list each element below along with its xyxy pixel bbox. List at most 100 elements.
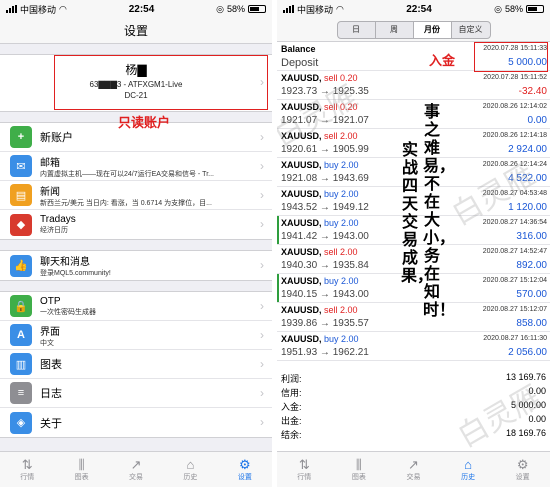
row-subtitle: 经济日历 xyxy=(40,227,68,234)
deal-prices: 1940.30 → 1935.84 xyxy=(281,260,369,271)
row-title: 聊天和消息 xyxy=(40,257,90,268)
deal-symbol: XAUUSD, buy 2.00 xyxy=(281,160,359,170)
segment-0[interactable]: 日 xyxy=(338,21,376,38)
status-bar: 中国移动 ◠ 22:54 ◎ 58% xyxy=(0,0,272,18)
tab-icon: ↗ xyxy=(130,457,142,472)
summary-label: 出金: xyxy=(281,416,302,426)
tab-3[interactable]: ⌂ 历史 xyxy=(163,452,217,487)
row-title: 新闻 xyxy=(40,186,60,198)
tab-label: 行情 xyxy=(20,474,35,481)
tab-3[interactable]: ⌂ 历史 xyxy=(441,452,496,487)
row-text: 关于 xyxy=(40,415,250,431)
deal-direction: sell 2.00 xyxy=(324,247,358,257)
settings-row[interactable]: ▤ 新闻 新西兰元/美元 当日内: 看涨，当 0.6714 为支撑位，目... › xyxy=(0,181,272,210)
tab-1[interactable]: ⫼ 图表 xyxy=(332,452,387,487)
tab-4[interactable]: ⚙ 设置 xyxy=(495,452,550,487)
battery-icon xyxy=(525,5,544,13)
deal-date: 2020.08.27 15:12:04 xyxy=(482,277,547,284)
menu-group-chat: 👍 聊天和消息 登录MQL5.community! › xyxy=(0,250,272,281)
settings-row[interactable]: + 新账户 › xyxy=(0,123,272,152)
deal-direction: sell 2.00 xyxy=(324,131,358,141)
tab-4[interactable]: ⚙ 设置 xyxy=(218,452,272,487)
row-title: Tradays xyxy=(40,214,76,225)
tab-1[interactable]: ⫼ 图表 xyxy=(54,452,108,487)
deal-prices: 1940.15 → 1943.00 xyxy=(281,289,369,300)
settings-row[interactable]: ▥ 图表 › xyxy=(0,350,272,379)
menu-group-accounts: + 新账户 › ✉ 邮箱 内置虚拟主机——现在可以24/7运行EA交易和信号 - Tr..… xyxy=(0,122,272,240)
segment-2[interactable]: 月份 xyxy=(413,21,452,38)
tab-icon: ⚙ xyxy=(239,457,251,472)
settings-row[interactable]: A 界面 中文 › xyxy=(0,321,272,350)
segment-3[interactable]: 自定义 xyxy=(452,22,490,38)
tab-label: 历史 xyxy=(461,474,476,481)
deal-date: 2020.07.28 15:11:52 xyxy=(483,74,547,81)
tab-icon: ⌂ xyxy=(186,457,195,472)
charts-icon: ▥ xyxy=(10,353,32,375)
row-text: 邮箱 内置虚拟主机——现在可以24/7运行EA交易和信号 - Tr... xyxy=(40,154,250,179)
deal-prices: 1921.08 → 1943.69 xyxy=(281,173,369,184)
deal-symbol: XAUUSD, buy 2.00 xyxy=(281,218,359,228)
row-subtitle: 新西兰元/美元 当日内: 看涨，当 0.6714 为支撑位，目... xyxy=(40,199,212,207)
deal-date: 2020.08.26 12:14:02 xyxy=(482,103,547,110)
interface-icon: A xyxy=(10,324,32,346)
tab-icon: ⚙ xyxy=(516,457,529,472)
chevron-right-icon: › xyxy=(260,299,264,313)
balance-title: Balance xyxy=(281,44,316,54)
deal-profit: -32.40 xyxy=(518,86,547,97)
row-title: 新账户 xyxy=(40,132,73,144)
tab-icon: ⫼ xyxy=(355,457,362,472)
row-text: 新账户 xyxy=(40,129,250,145)
chevron-right-icon: › xyxy=(260,328,264,342)
deal-row[interactable]: XAUUSD, sell 2.00 1939.86 → 1935.57 2020.0… xyxy=(277,303,550,332)
row-text: OTP 一次性密码生成器 xyxy=(40,296,250,317)
battery-percent: 58% xyxy=(504,4,523,14)
settings-screen: 中国移动 ◠ 22:54 ◎ 58% 设置 杨▇ 63▇▇▇3 - ATFXGM… xyxy=(0,0,272,487)
wifi-icon: ◠ xyxy=(59,3,67,14)
tab-2[interactable]: ↗ 交易 xyxy=(109,452,163,487)
deal-date: 2020.08.27 16:11:30 xyxy=(483,335,547,342)
alarm-icon: ◎ xyxy=(494,3,502,14)
deal-prices: 1943.52 → 1949.12 xyxy=(281,202,369,213)
summary-label: 结余: xyxy=(281,430,302,440)
row-subtitle: 中文 xyxy=(40,339,54,347)
deal-symbol: XAUUSD, buy 2.00 xyxy=(281,276,359,286)
row-title: 界面 xyxy=(40,326,60,338)
row-text: 聊天和消息 登录MQL5.community! xyxy=(40,253,250,278)
deal-row[interactable]: XAUUSD, buy 2.00 1951.93 → 1962.21 2020.08… xyxy=(277,332,550,361)
page-title: 设置 xyxy=(0,18,272,44)
settings-row[interactable]: ✉ 邮箱 内置虚拟主机——现在可以24/7运行EA交易和信号 - Tr... › xyxy=(0,152,272,181)
tab-icon: ⫼ xyxy=(78,457,85,472)
alarm-icon: ◎ xyxy=(216,3,224,14)
settings-row[interactable]: 👍 聊天和消息 登录MQL5.community! › xyxy=(0,251,272,280)
deal-symbol-name: XAUUSD, xyxy=(281,189,322,199)
row-text: Tradays 经济日历 xyxy=(40,214,250,235)
tab-icon: ↗ xyxy=(408,457,419,472)
row-title: OTP xyxy=(40,295,61,307)
chevron-right-icon: › xyxy=(260,159,264,173)
tab-2[interactable]: ↗ 交易 xyxy=(386,452,441,487)
tab-label: 交易 xyxy=(406,474,421,481)
tab-0[interactable]: ⇅ 行情 xyxy=(0,452,54,487)
chevron-right-icon: › xyxy=(260,217,264,231)
tab-bar: ⇅ 行情 ⫼ 图表 ↗ 交易 ⌂ 历史 ⚙ 设置 xyxy=(277,451,550,487)
tab-label: 图表 xyxy=(351,474,366,481)
settings-row[interactable]: ≡ 日志 › xyxy=(0,379,272,408)
tab-0[interactable]: ⇅ 行情 xyxy=(277,452,332,487)
settings-row[interactable]: ◈ 关于 › xyxy=(0,408,272,437)
row-title: 日志 xyxy=(40,388,62,400)
battery-icon xyxy=(247,5,266,13)
chevron-right-icon: › xyxy=(260,258,264,272)
deal-symbol: XAUUSD, buy 2.00 xyxy=(281,189,359,199)
deal-date: 2020.08.27 15:12:07 xyxy=(482,306,547,313)
settings-row[interactable]: ◆ Tradays 经济日历 › xyxy=(0,210,272,239)
tab-bar: ⇅ 行情 ⫼ 图表 ↗ 交易 ⌂ 历史 ⚙ 设置 xyxy=(0,451,272,487)
deal-symbol-name: XAUUSD, xyxy=(281,218,322,228)
history-screen: 中国移动 ◠ 22:54 ◎ 58% 日周月份 自定义 Balance Depos… xyxy=(277,0,550,487)
settings-row[interactable]: 🔒 OTP 一次性密码生成器 › xyxy=(0,292,272,321)
clock: 22:54 xyxy=(406,3,432,15)
segment-1[interactable]: 周 xyxy=(376,21,414,38)
row-text: 新闻 新西兰元/美元 当日内: 看涨，当 0.6714 为支撑位，目... xyxy=(40,183,250,208)
deal-direction: buy 2.00 xyxy=(324,189,359,199)
deal-profit: 858.00 xyxy=(516,318,547,329)
mail-icon: ✉ xyxy=(10,155,32,177)
